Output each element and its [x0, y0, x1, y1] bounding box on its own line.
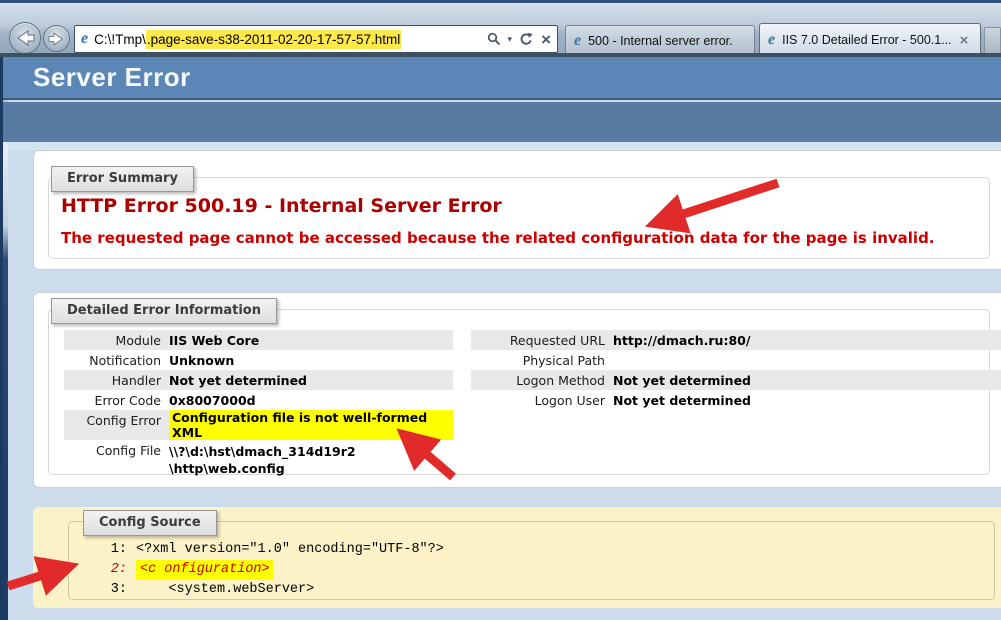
row-value: Not yet determined: [169, 370, 307, 388]
row-label: Notification: [64, 350, 169, 368]
error-summary-legend: Error Summary: [51, 166, 194, 192]
page-header: Server Error: [3, 57, 1001, 100]
config-source-code: 1: <?xml version="1.0" encoding="UTF-8"?>…: [101, 540, 444, 600]
config-source-legend: Config Source: [83, 510, 217, 536]
table-row-logon-user: Logon User Not yet determined: [471, 390, 1001, 410]
row-label: Requested URL: [471, 330, 613, 348]
table-row-config-error: Config Error Configuration file is not w…: [64, 410, 453, 440]
row-label: Config File: [64, 440, 169, 458]
code-line-1: 1: <?xml version="1.0" encoding="UTF-8"?>: [101, 540, 444, 560]
code-line-2-error: 2: <c onfiguration>: [101, 560, 444, 580]
table-row-error-code: Error Code 0x8007000d: [64, 390, 453, 410]
ie-favicon: e: [768, 32, 775, 48]
tab-title: IIS 7.0 Detailed Error - 500.1...: [782, 33, 952, 47]
row-label: Logon Method: [471, 370, 613, 388]
table-row-config-file: Config File \\?\d:\hst\dmach_314d19r2 \h…: [64, 440, 453, 477]
address-bar[interactable]: e C:\!Tmp\.page-save-s38-2011-02-20-17-5…: [74, 25, 558, 53]
back-button[interactable]: [9, 22, 41, 54]
page-header-subband: [3, 102, 1001, 142]
ie-favicon: e: [574, 33, 581, 49]
refresh-icon[interactable]: [519, 32, 534, 47]
line-number: 3:: [101, 580, 127, 600]
config-file-path-line2: \http\web.config: [169, 460, 356, 477]
row-label: Config Error: [64, 410, 169, 428]
row-value: Not yet determined: [613, 390, 751, 408]
code-line-3: 3: <system.webServer>: [101, 580, 444, 600]
detailed-error-panel: Detailed Error Information Module IIS We…: [33, 292, 1001, 488]
forward-arrow-icon: [44, 26, 69, 52]
table-row-requested-url: Requested URL http://dmach.ru:80/: [471, 330, 1001, 350]
row-label: Module: [64, 330, 169, 348]
row-value: Unknown: [169, 350, 234, 368]
config-source-panel: Config Source 1: <?xml version="1.0" enco…: [33, 507, 1001, 608]
error-summary-panel: Error Summary HTTP Error 500.19 - Intern…: [33, 150, 1001, 270]
row-label: Logon User: [471, 390, 613, 408]
tab-title: 500 - Internal server error.: [588, 34, 733, 48]
row-value: \\?\d:\hst\dmach_314d19r2 \http\web.conf…: [169, 440, 356, 477]
config-error-highlighted-value: Configuration file is not well-formed XM…: [169, 410, 453, 440]
row-label: Error Code: [64, 390, 169, 408]
search-icon[interactable]: [487, 32, 501, 46]
line-number: 1:: [101, 540, 127, 560]
table-row-handler: Handler Not yet determined: [64, 370, 453, 390]
detailed-error-legend: Detailed Error Information: [51, 298, 277, 324]
table-row-module: Module IIS Web Core: [64, 330, 453, 350]
new-tab-button[interactable]: [984, 27, 1001, 54]
line-number: 2:: [101, 560, 127, 580]
row-value: http://dmach.ru:80/: [613, 330, 750, 348]
tab-iis-detailed-error[interactable]: e IIS 7.0 Detailed Error - 500.1... ×: [759, 23, 981, 56]
table-row-physical-path: Physical Path: [471, 350, 1001, 370]
url-highlighted-text: .page-save-s38-2011-02-20-17-57-57.html: [146, 30, 401, 49]
url-text: C:\!Tmp\: [94, 32, 146, 47]
line-code-highlighted: <c onfiguration>: [136, 560, 274, 580]
ie-window: { "browser": { "url_prefix": "C:\\!Tmp\\…: [0, 0, 1001, 620]
tab-500-internal-server-error[interactable]: e 500 - Internal server error.: [565, 25, 755, 56]
line-code: <system.webServer>: [136, 580, 314, 600]
detail-table-right: Requested URL http://dmach.ru:80/ Physic…: [471, 330, 1001, 410]
page-title: Server Error: [33, 62, 191, 93]
row-value: 0x8007000d: [169, 390, 256, 408]
search-dropdown-icon[interactable]: ▾: [508, 34, 513, 45]
ie-favicon: e: [81, 31, 88, 47]
row-label: Physical Path: [471, 350, 613, 368]
line-code: <?xml version="1.0" encoding="UTF-8"?>: [136, 540, 444, 560]
browser-toolbar: e C:\!Tmp\.page-save-s38-2011-02-20-17-5…: [0, 0, 1001, 53]
row-label: Handler: [64, 370, 169, 388]
config-file-path-line1: \\?\d:\hst\dmach_314d19r2: [169, 443, 356, 460]
stop-icon[interactable]: ×: [541, 31, 551, 48]
http-error-title: HTTP Error 500.19 - Internal Server Erro…: [61, 195, 502, 217]
back-arrow-icon: [10, 23, 40, 53]
row-value: Not yet determined: [613, 370, 751, 388]
table-row-logon-method: Logon Method Not yet determined: [471, 370, 1001, 390]
http-error-description: The requested page cannot be accessed be…: [61, 229, 935, 247]
table-row-notification: Notification Unknown: [64, 350, 453, 370]
detail-table-left: Module IIS Web Core Notification Unknown…: [64, 330, 453, 477]
close-tab-icon[interactable]: ×: [960, 33, 969, 48]
forward-button[interactable]: [43, 25, 70, 52]
row-value: IIS Web Core: [169, 330, 259, 348]
header-light-strip: [8, 142, 1001, 150]
